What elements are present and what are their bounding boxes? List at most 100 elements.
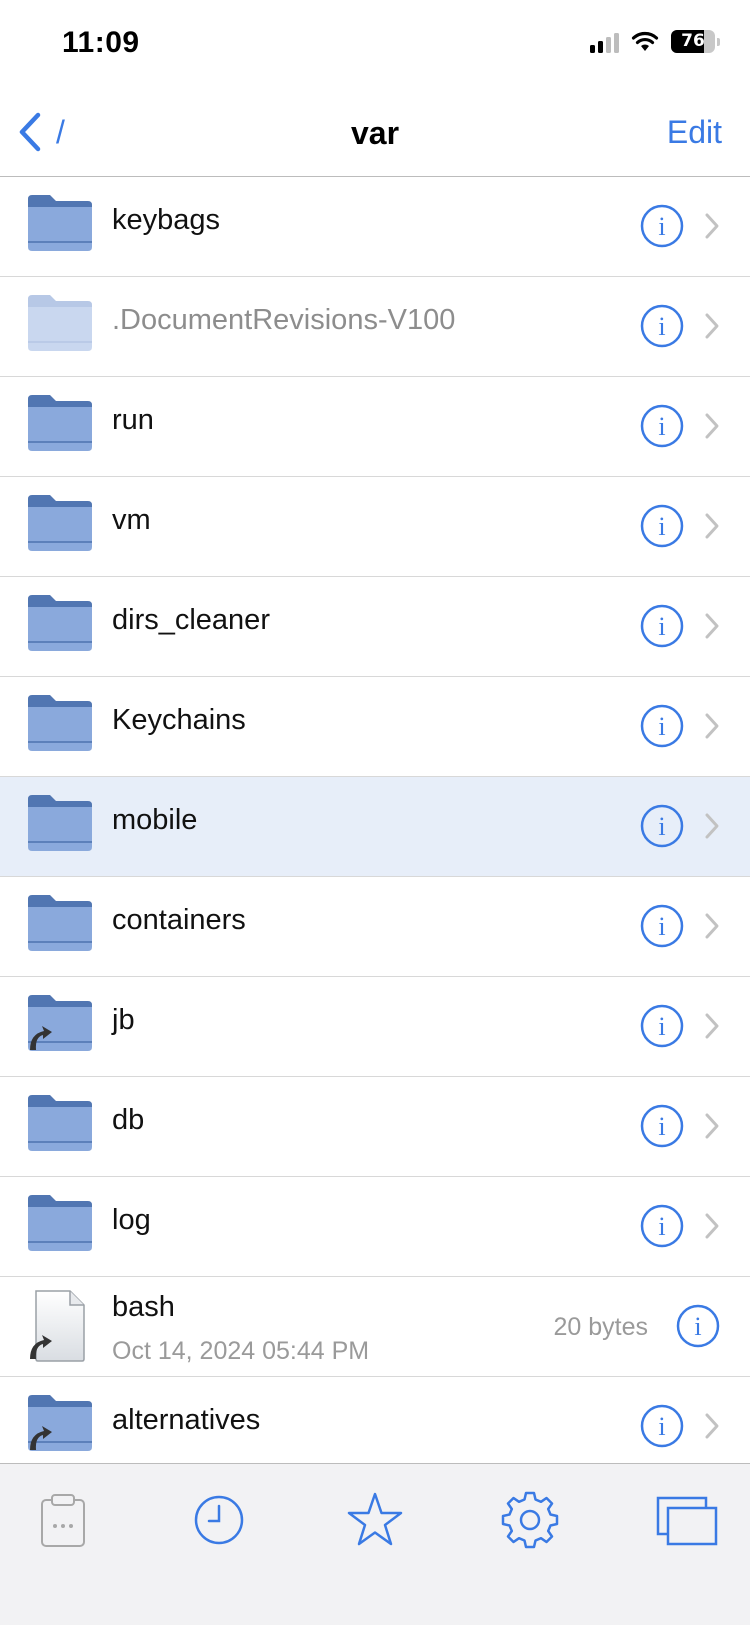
svg-text:i: i [694, 1312, 701, 1341]
info-button[interactable]: i [640, 304, 684, 348]
svg-text:i: i [658, 512, 665, 541]
info-button[interactable]: i [640, 1104, 684, 1148]
list-item[interactable]: keybags i [0, 177, 750, 277]
svg-text:i: i [658, 1012, 665, 1041]
item-name: db [112, 1104, 145, 1136]
item-name: Keychains [112, 704, 246, 736]
list-item[interactable]: log i [0, 1177, 750, 1277]
list-item[interactable]: containers i [0, 877, 750, 977]
svg-text:i: i [658, 812, 665, 841]
folder-icon [26, 293, 94, 353]
chevron-right-icon [704, 1112, 720, 1140]
item-name: mobile [112, 804, 198, 836]
info-button[interactable]: i [640, 604, 684, 648]
navigation-bar: / var Edit [0, 90, 750, 177]
chevron-right-icon [704, 1412, 720, 1440]
clipboard-icon [41, 1494, 85, 1547]
info-button[interactable]: i [640, 804, 684, 848]
svg-text:i: i [658, 612, 665, 641]
windows-icon [656, 1496, 718, 1546]
item-name: log [112, 1204, 151, 1236]
list-item[interactable]: alternatives i [0, 1377, 750, 1463]
star-icon [347, 1492, 403, 1546]
list-item[interactable]: vm i [0, 477, 750, 577]
item-name: bash [112, 1291, 175, 1323]
cellular-signal-icon [590, 31, 619, 53]
item-name: keybags [112, 204, 221, 236]
battery-icon: 76 [671, 30, 715, 53]
chevron-right-icon [704, 1212, 720, 1240]
file-list: keybags i .DocumentRevisions-V100 i run … [0, 177, 750, 1463]
item-name: vm [112, 504, 151, 536]
folder-icon [26, 893, 94, 953]
favorites-tab[interactable] [345, 1490, 405, 1550]
chevron-right-icon [704, 512, 720, 540]
settings-tab[interactable] [500, 1490, 560, 1550]
info-button[interactable]: i [640, 1404, 684, 1448]
list-item[interactable]: dirs_cleaner i [0, 577, 750, 677]
status-icons: 76 [590, 30, 720, 53]
tab-bar [0, 1463, 750, 1625]
item-name: jb [112, 1004, 135, 1036]
folder-icon [26, 393, 94, 453]
info-button[interactable]: i [676, 1304, 720, 1348]
item-size: 20 bytes [553, 1313, 648, 1341]
status-time: 11:09 [62, 26, 140, 59]
windows-tab[interactable] [656, 1490, 720, 1550]
svg-text:i: i [658, 712, 665, 741]
battery-level: 76 [681, 31, 705, 51]
folder-alias-icon [26, 1393, 94, 1453]
list-item[interactable]: bash Oct 14, 2024 05:44 PM 20 bytes i [0, 1277, 750, 1377]
edit-button[interactable]: Edit [667, 114, 722, 151]
info-button[interactable]: i [640, 1204, 684, 1248]
item-date: Oct 14, 2024 05:44 PM [112, 1337, 370, 1365]
item-name: .DocumentRevisions-V100 [112, 304, 456, 336]
svg-text:i: i [658, 912, 665, 941]
list-item[interactable]: run i [0, 377, 750, 477]
page-title: var [350, 115, 400, 151]
item-name: alternatives [112, 1404, 261, 1436]
folder-icon [26, 793, 94, 853]
chevron-right-icon [704, 1012, 720, 1040]
svg-text:i: i [658, 312, 665, 341]
status-bar: 11:09 76 [0, 0, 750, 90]
info-button[interactable]: i [640, 404, 684, 448]
svg-text:i: i [658, 412, 665, 441]
recents-tab[interactable] [189, 1490, 249, 1550]
chevron-right-icon [704, 312, 720, 340]
svg-text:i: i [658, 1112, 665, 1141]
folder-icon [26, 593, 94, 653]
info-button[interactable]: i [640, 904, 684, 948]
list-item[interactable]: db i [0, 1077, 750, 1177]
chevron-right-icon [704, 412, 720, 440]
list-item[interactable]: Keychains i [0, 677, 750, 777]
wifi-icon [631, 31, 659, 51]
chevron-right-icon [704, 912, 720, 940]
item-name: dirs_cleaner [112, 604, 270, 636]
chevron-right-icon [704, 212, 720, 240]
chevron-right-icon [704, 612, 720, 640]
svg-text:i: i [658, 1412, 665, 1441]
folder-icon [26, 693, 94, 753]
gear-icon [501, 1491, 559, 1549]
info-button[interactable]: i [640, 204, 684, 248]
item-name: containers [112, 904, 246, 936]
folder-icon [26, 193, 94, 253]
list-item[interactable]: mobile i [0, 777, 750, 877]
folder-icon [26, 1193, 94, 1253]
chevron-right-icon [704, 712, 720, 740]
info-button[interactable]: i [640, 1004, 684, 1048]
folder-icon [26, 493, 94, 553]
info-button[interactable]: i [640, 504, 684, 548]
list-item[interactable]: jb i [0, 977, 750, 1077]
file-alias-icon [28, 1289, 88, 1363]
svg-text:i: i [658, 1212, 665, 1241]
clock-icon [194, 1495, 244, 1545]
info-button[interactable]: i [640, 704, 684, 748]
chevron-right-icon [704, 812, 720, 840]
item-name: run [112, 404, 154, 436]
clipboard-tab[interactable] [33, 1490, 93, 1550]
folder-alias-icon [26, 993, 94, 1053]
list-item[interactable]: .DocumentRevisions-V100 i [0, 277, 750, 377]
svg-text:i: i [658, 212, 665, 241]
